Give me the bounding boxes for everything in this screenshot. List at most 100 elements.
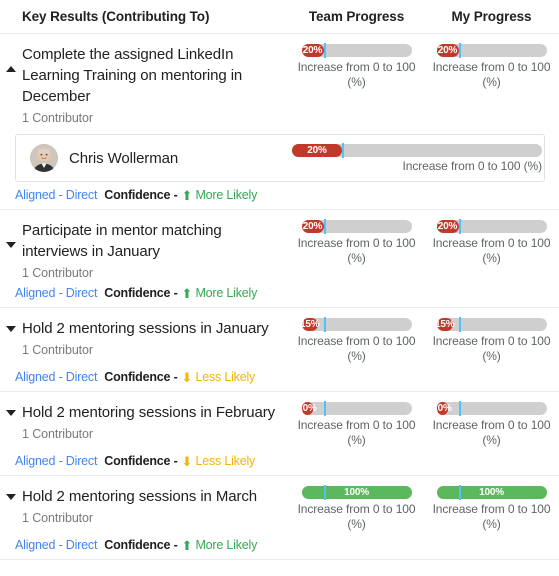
progress-fill: 10% [432, 402, 452, 415]
chevron-down-icon[interactable] [6, 326, 16, 332]
arrow-down-icon: ⬇ [181, 453, 193, 469]
contributor-progress-caption: Increase from 0 to 100 (%) [402, 158, 543, 173]
progress-caption: Increase from 0 to 100 (%) [432, 418, 551, 447]
progress-fill: 20% [301, 44, 324, 57]
key-result-info: Hold 2 mentoring sessions in February 1 C… [22, 402, 287, 441]
confidence-label: Confidence - [104, 188, 178, 202]
chevron-down-icon[interactable] [6, 494, 16, 500]
key-result-info: Complete the assigned LinkedIn Learning … [22, 44, 287, 125]
progress-percent-label: 100% [479, 487, 504, 498]
aligned-direct-link[interactable]: Aligned - Direct [15, 188, 97, 202]
progress-percent-label: 20% [437, 221, 458, 232]
progress-track: 20% [436, 219, 547, 234]
arrow-up-icon: ⬆ [181, 537, 193, 553]
contributor-count: 1 Contributor [22, 427, 93, 441]
table-body: Complete the assigned LinkedIn Learning … [0, 34, 559, 560]
key-result-title[interactable]: Participate in mentor matching interview… [22, 220, 279, 262]
progress-target-tick-icon [323, 401, 326, 416]
key-result-title[interactable]: Hold 2 mentoring sessions in February [22, 402, 279, 423]
column-header-team-progress: Team Progress [308, 9, 405, 24]
progress-target-tick-icon [323, 317, 326, 332]
table-header-row: Key Results (Contributing To) Team Progr… [0, 0, 559, 34]
progress-caption: Increase from 0 to 100 (%) [297, 334, 416, 363]
avatar [30, 144, 58, 172]
progress-target-tick-icon [458, 401, 461, 416]
progress-caption: Increase from 0 to 100 (%) [432, 334, 551, 363]
key-result-title[interactable]: Hold 2 mentoring sessions in January [22, 318, 279, 339]
expand-toggle-cell[interactable] [0, 44, 22, 72]
progress-track: 15% [300, 317, 412, 332]
confidence-label: Confidence - [104, 538, 178, 552]
expand-toggle-cell[interactable] [0, 220, 22, 248]
chevron-down-icon[interactable] [6, 410, 16, 416]
row-meta: Aligned - Direct Confidence - ⬇ Less Likely [0, 448, 559, 468]
contributor-count: 1 Contributor [22, 111, 93, 125]
contributor-count: 1 Contributor [22, 266, 93, 280]
progress-target-tick-icon [323, 485, 326, 500]
progress-percent-label: 100% [344, 487, 369, 498]
confidence-value: Less Likely [195, 454, 256, 468]
key-result-row: Hold 2 mentoring sessions in March 1 Cont… [0, 476, 559, 560]
expand-toggle-cell[interactable] [0, 486, 22, 500]
expand-toggle-cell[interactable] [0, 318, 22, 332]
progress-caption: Increase from 0 to 100 (%) [297, 236, 416, 265]
progress-target-tick-icon [458, 485, 461, 500]
aligned-direct-link[interactable]: Aligned - Direct [15, 370, 97, 384]
progress-track: 20% [301, 43, 412, 58]
aligned-direct-link[interactable]: Aligned - Direct [15, 538, 97, 552]
key-result-main: Complete the assigned LinkedIn Learning … [0, 34, 559, 125]
arrow-up-icon: ⬆ [181, 285, 193, 301]
confidence-label: Confidence - [104, 370, 178, 384]
progress-caption: Increase from 0 to 100 (%) [297, 60, 416, 89]
key-result-main: Participate in mentor matching interview… [0, 210, 559, 280]
row-meta: Aligned - Direct Confidence - ⬆ More Likely [0, 182, 559, 202]
progress-track: 100% [301, 485, 412, 500]
team-progress-cell: 20% Increase from 0 to 100 (%) [287, 43, 426, 90]
progress-target-tick-icon [458, 317, 461, 332]
contributor-section: Chris Wollerman 20% Increase from 0 to 100… [0, 125, 559, 182]
expand-toggle-cell[interactable] [0, 402, 22, 416]
progress-percent-label: 10% [432, 403, 452, 414]
confidence-value: Less Likely [195, 370, 256, 384]
progress-percent-label: 20% [307, 144, 327, 156]
progress-fill: 10% [297, 402, 317, 415]
progress-track: 10% [432, 401, 547, 416]
contributor-card[interactable]: Chris Wollerman 20% Increase from 0 to 100… [15, 134, 545, 182]
key-results-table: Key Results (Contributing To) Team Progr… [0, 0, 559, 560]
progress-track: 15% [435, 317, 547, 332]
chevron-down-icon[interactable] [6, 242, 16, 248]
aligned-direct-link[interactable]: Aligned - Direct [15, 286, 97, 300]
progress-percent-label: 20% [437, 45, 458, 56]
progress-target-tick-icon [323, 43, 326, 58]
progress-target-tick-icon [342, 142, 344, 158]
progress-fill: 15% [300, 318, 320, 331]
confidence-value: More Likely [195, 286, 258, 300]
key-result-row: Complete the assigned LinkedIn Learning … [0, 34, 559, 210]
progress-percent-label: 20% [302, 221, 323, 232]
contributor-name[interactable]: Chris Wollerman [69, 150, 178, 167]
progress-target-tick-icon [458, 219, 461, 234]
progress-caption: Increase from 0 to 100 (%) [297, 418, 416, 447]
progress-fill: 20% [292, 143, 342, 157]
key-result-title[interactable]: Hold 2 mentoring sessions in March [22, 486, 279, 507]
confidence-label: Confidence - [104, 454, 178, 468]
key-result-row: Participate in mentor matching interview… [0, 210, 559, 308]
contributor-progress-cell: 20% Increase from 0 to 100 (%) [292, 142, 544, 173]
chevron-up-icon[interactable] [6, 66, 16, 72]
progress-fill: 20% [301, 220, 324, 233]
progress-percent-label: 15% [300, 319, 320, 330]
team-progress-cell: 15% Increase from 0 to 100 (%) [287, 317, 426, 364]
my-progress-cell: 15% Increase from 0 to 100 (%) [426, 317, 557, 364]
progress-caption: Increase from 0 to 100 (%) [297, 502, 416, 531]
progress-caption: Increase from 0 to 100 (%) [432, 236, 551, 265]
progress-track: 20% [436, 43, 547, 58]
row-meta: Aligned - Direct Confidence - ⬆ More Likely [0, 280, 559, 300]
key-result-main: Hold 2 mentoring sessions in March 1 Cont… [0, 476, 559, 532]
key-result-title[interactable]: Complete the assigned LinkedIn Learning … [22, 44, 279, 107]
column-header-key-results: Key Results (Contributing To) [22, 9, 210, 24]
confidence-label: Confidence - [104, 286, 178, 300]
aligned-direct-link[interactable]: Aligned - Direct [15, 454, 97, 468]
confidence-value: More Likely [195, 188, 258, 202]
key-result-row: Hold 2 mentoring sessions in February 1 C… [0, 392, 559, 476]
progress-track: 20% [292, 142, 542, 158]
